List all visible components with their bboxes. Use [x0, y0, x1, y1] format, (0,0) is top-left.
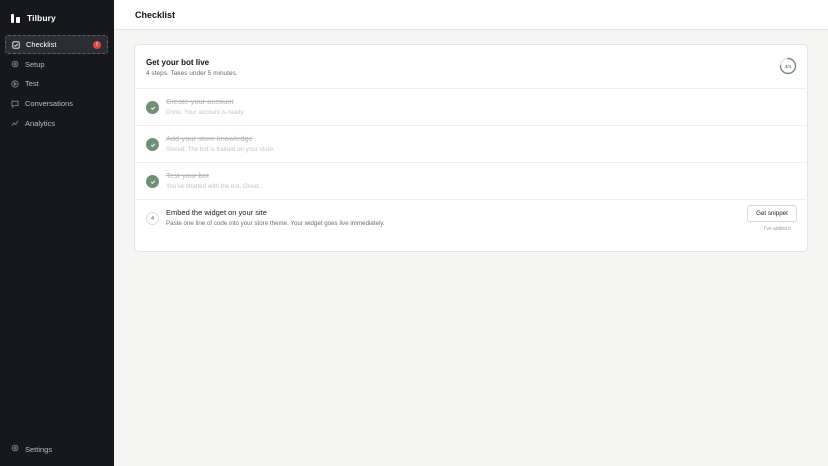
step-title: Test your bot — [166, 171, 209, 180]
sidebar-nav: Checklist ! Setup Test Conversations Ana… — [5, 35, 108, 133]
step-title: Add your store knowledge — [166, 134, 253, 143]
step-title: Embed the widget on your site — [166, 208, 267, 217]
page-title: Checklist — [135, 10, 176, 20]
sidebar-item-label: Setup — [25, 59, 45, 69]
step-create-account[interactable]: Create your account Done. Your account i… — [135, 88, 809, 125]
sidebar-item-analytics[interactable]: Analytics — [5, 114, 108, 133]
step-number: 4 — [146, 212, 159, 225]
logo-icon — [11, 13, 20, 23]
check-icon — [146, 175, 159, 188]
sidebar-item-setup[interactable]: Setup — [5, 55, 108, 74]
brand-name: Tilbury — [27, 13, 56, 23]
step-embed-widget: 4 Embed the widget on your site Paste on… — [135, 199, 809, 251]
sidebar-item-conversations[interactable]: Conversations — [5, 94, 108, 113]
progress-ring: 3/4 — [779, 57, 797, 75]
checklist-icon — [12, 40, 20, 49]
alert-badge: ! — [93, 41, 101, 49]
step-description: Stored. The bot is trained on your store… — [166, 146, 275, 153]
play-icon — [11, 80, 19, 88]
ive-added-it-link[interactable]: I've added it — [764, 226, 791, 232]
card-subtitle: 4 steps. Takes under 5 minutes. — [146, 70, 238, 77]
sidebar-item-label: Test — [25, 79, 39, 89]
step-description: Done. Your account is ready. — [166, 109, 245, 116]
settings-label: Settings — [25, 444, 53, 454]
sidebar-item-settings[interactable]: Settings — [11, 444, 52, 454]
top-bar: Checklist — [114, 0, 828, 30]
step-description: You've chatted with the bot. Great. — [166, 183, 261, 190]
step-description: Paste one line of code into your store t… — [166, 220, 385, 227]
sidebar-item-label: Conversations — [25, 99, 73, 109]
sidebar-item-label: Checklist — [26, 40, 57, 49]
check-icon — [146, 101, 159, 114]
step-store-knowledge[interactable]: Add your store knowledge Stored. The bot… — [135, 125, 809, 162]
step-title: Create your account — [166, 97, 234, 106]
brand[interactable]: Tilbury — [11, 11, 56, 25]
checklist-card: Get your bot live 4 steps. Takes under 5… — [134, 44, 809, 252]
card-title: Get your bot live — [146, 58, 210, 67]
progress-label: 3/4 — [784, 63, 792, 69]
gear-icon — [11, 60, 19, 68]
sidebar-item-label: Analytics — [25, 118, 56, 128]
gear-icon — [11, 444, 19, 454]
sidebar: Tilbury Checklist ! Setup Test Conversat… — [0, 0, 114, 466]
check-icon — [146, 138, 159, 151]
step-test-bot[interactable]: Test your bot You've chatted with the bo… — [135, 162, 809, 199]
chat-icon — [11, 100, 19, 108]
get-snippet-button[interactable]: Get snippet — [747, 205, 797, 222]
sidebar-item-checklist[interactable]: Checklist ! — [5, 35, 108, 54]
chart-icon — [11, 119, 19, 127]
sidebar-item-test[interactable]: Test — [5, 74, 108, 93]
